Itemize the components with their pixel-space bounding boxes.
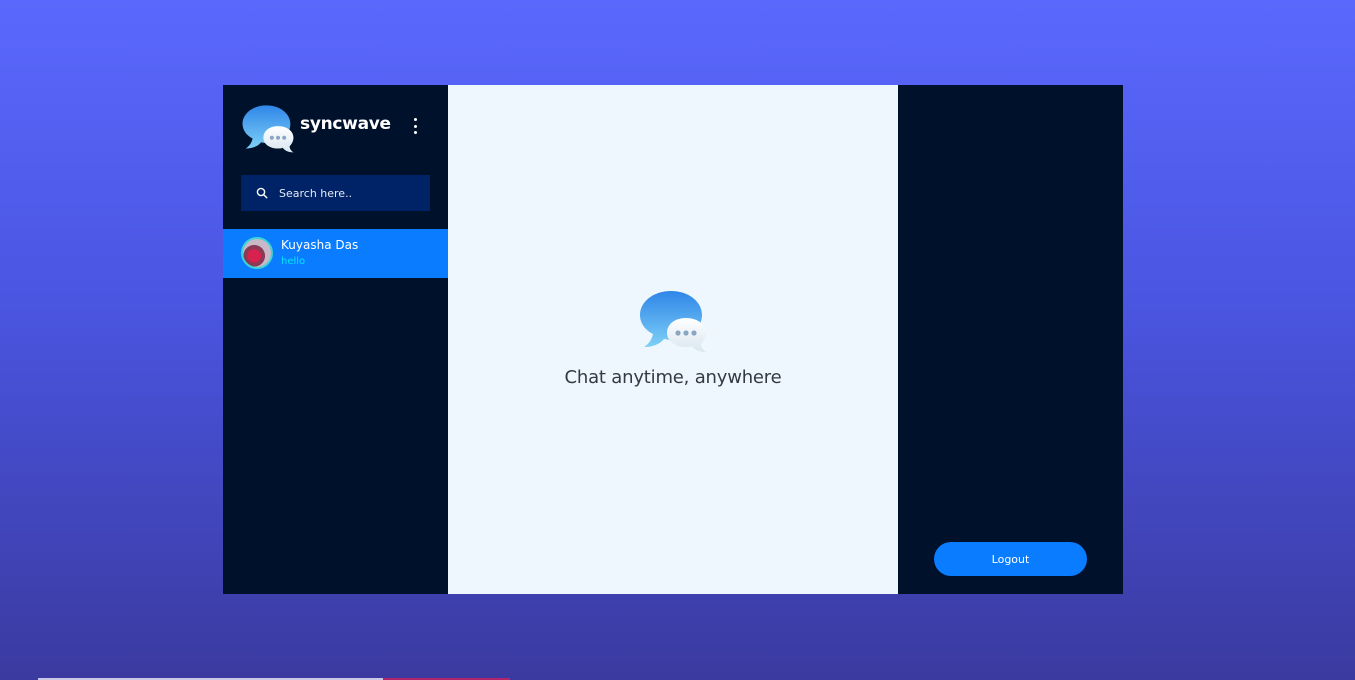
search-input[interactable] — [279, 186, 419, 200]
search-icon — [256, 187, 268, 199]
right-panel: Logout — [898, 85, 1123, 594]
contact-name: Kuyasha Das — [281, 238, 359, 252]
chat-app-window: syncwave Kuyasha Das hello Chat anytime,… — [223, 85, 1123, 594]
vertical-dots-icon[interactable] — [409, 117, 421, 135]
avatar — [241, 237, 273, 269]
sidebar: syncwave Kuyasha Das hello — [223, 85, 448, 594]
contact-last-message: hello — [281, 256, 306, 267]
welcome-text: Chat anytime, anywhere — [564, 367, 782, 388]
chat-bubbles-icon — [241, 103, 295, 157]
brand-name: syncwave — [300, 114, 391, 134]
brand: syncwave — [241, 103, 391, 157]
chat-bubbles-icon — [638, 289, 708, 357]
chat-area: Chat anytime, anywhere — [448, 85, 898, 594]
contact-list-item[interactable]: Kuyasha Das hello — [223, 229, 448, 278]
logout-button[interactable]: Logout — [934, 542, 1087, 576]
search-box — [241, 175, 430, 211]
